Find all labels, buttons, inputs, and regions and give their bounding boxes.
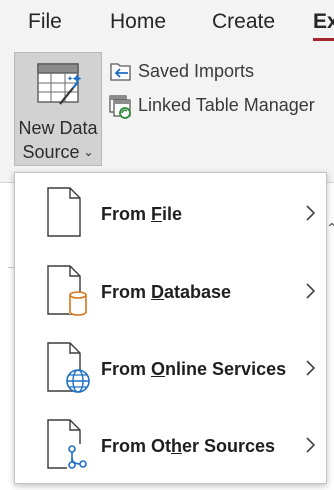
menu-item-label: From Other Sources <box>101 436 275 457</box>
menu-label-prefix: From Ot <box>101 436 171 456</box>
saved-imports-button[interactable]: Saved Imports <box>108 58 278 86</box>
new-data-source-button[interactable]: New Data Source ⌄ <box>14 52 102 166</box>
menu-label-suffix: er Sources <box>182 436 276 456</box>
new-data-source-label-line1: New Data <box>18 118 98 138</box>
tab-file[interactable]: File <box>28 10 62 34</box>
new-data-source-menu: From File From Database From Online Serv… <box>14 172 327 484</box>
ribbon-tab-bar: File Home Create Ex <box>0 0 334 46</box>
other-sources-icon <box>47 419 87 470</box>
linked-table-manager-button[interactable]: Linked Table Manager <box>108 92 328 120</box>
chevron-down-icon: ⌄ <box>83 145 94 159</box>
chevron-right-icon <box>306 360 316 376</box>
file-icon <box>47 187 81 237</box>
menu-item-label: From File <box>101 204 182 225</box>
chevron-right-icon <box>306 437 316 453</box>
chevron-right-icon <box>306 205 316 221</box>
menu-label-accelerator: h <box>171 436 182 456</box>
menu-item-from-other-sources[interactable]: From Other Sources <box>15 410 326 487</box>
menu-label-accelerator: O <box>151 359 166 379</box>
tab-create[interactable]: Create <box>212 10 275 34</box>
database-icon <box>47 265 87 316</box>
new-data-source-label-line2-text: Source <box>22 142 80 162</box>
menu-item-from-database[interactable]: From Database <box>15 256 326 333</box>
tab-external-data[interactable]: Ex <box>313 10 334 34</box>
menu-item-label: From Database <box>101 282 231 303</box>
menu-label-prefix: From <box>101 204 152 224</box>
active-tab-underline <box>313 38 334 41</box>
tab-home[interactable]: Home <box>110 10 166 34</box>
menu-label-accelerator: F <box>151 204 163 224</box>
menu-label-accelerator: D <box>151 282 165 302</box>
saved-imports-icon <box>110 63 131 81</box>
chevron-right-icon <box>306 283 316 299</box>
menu-item-from-file[interactable]: From File <box>15 178 326 255</box>
menu-label-prefix: From <box>101 282 152 302</box>
menu-item-label: From Online Services <box>101 359 286 380</box>
menu-label-suffix: atabase <box>164 282 232 302</box>
linked-table-manager-icon <box>109 95 131 119</box>
menu-label-suffix: ile <box>162 204 183 224</box>
saved-imports-label: Saved Imports <box>138 61 255 81</box>
linked-table-manager-label: Linked Table Manager <box>138 95 315 115</box>
menu-item-from-online-services[interactable]: From Online Services <box>15 333 326 410</box>
online-services-icon <box>47 342 90 393</box>
new-data-source-label-line2: Source ⌄ <box>15 140 101 164</box>
menu-label-suffix: nline Services <box>165 359 287 379</box>
table-wand-icon <box>37 63 82 105</box>
menu-label-prefix: From <box>101 359 152 379</box>
ribbon-edge-glyph: ⌃ <box>326 220 334 236</box>
